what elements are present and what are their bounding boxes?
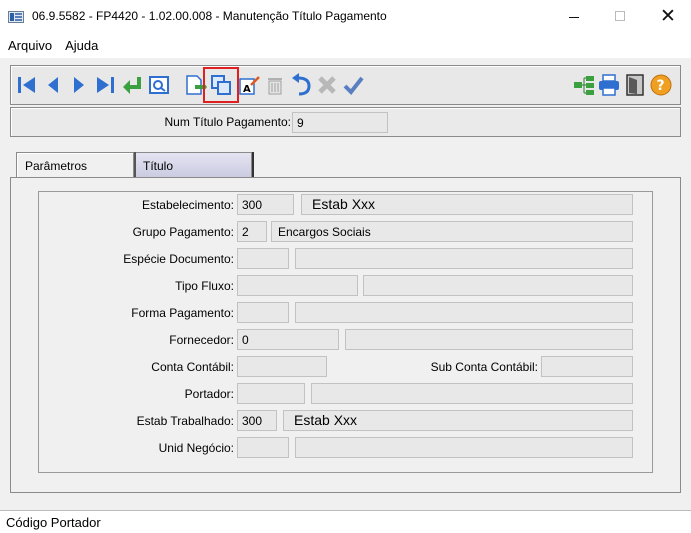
portador-code-field[interactable]	[237, 383, 305, 404]
edit-icon[interactable]: A	[237, 73, 261, 97]
svg-text:?: ?	[657, 78, 665, 94]
minimize-button[interactable]	[551, 0, 597, 32]
sub-conta-contabil-field[interactable]	[541, 356, 633, 377]
key-panel: Num Título Pagamento: 9	[10, 107, 681, 137]
forma-pagamento-code-field[interactable]	[237, 302, 289, 323]
tab-titulo[interactable]: Título	[134, 152, 252, 179]
sub-conta-contabil-label: Sub Conta Contábil:	[430, 360, 538, 374]
last-record-icon[interactable]	[93, 73, 117, 97]
delete-icon[interactable]	[263, 73, 287, 97]
estabelecimento-label: Estabelecimento:	[141, 198, 234, 212]
add-icon[interactable]	[183, 73, 207, 97]
close-button[interactable]: ✕	[645, 0, 691, 32]
conta-contabil-label: Conta Contábil:	[151, 360, 234, 374]
fornecedor-code-field[interactable]: 0	[237, 329, 339, 350]
estabelecimento-desc-field: Estab Xxx	[301, 194, 633, 215]
main-frame: A ? Num Título Pagamento: 9 Título Parâm…	[0, 58, 691, 510]
search-icon[interactable]	[147, 73, 171, 97]
tipo-fluxo-code-field[interactable]	[237, 275, 358, 296]
svg-text:A: A	[243, 84, 251, 95]
menu-ajuda[interactable]: Ajuda	[65, 38, 98, 53]
minimize-icon	[569, 16, 579, 18]
maximize-button[interactable]	[597, 0, 643, 32]
exit-icon[interactable]	[623, 73, 647, 97]
estabelecimento-code-field[interactable]: 300	[237, 194, 294, 215]
goto-icon[interactable]	[121, 73, 145, 97]
unid-negocio-label: Unid Negócio:	[158, 441, 234, 455]
next-record-icon[interactable]	[67, 73, 91, 97]
especie-documento-code-field[interactable]	[237, 248, 289, 269]
fornecedor-label: Fornecedor:	[169, 333, 234, 347]
status-bar: Código Portador	[0, 510, 691, 533]
portador-desc-field	[311, 383, 633, 404]
maximize-icon	[615, 11, 625, 21]
especie-documento-desc-field	[295, 248, 633, 269]
tipo-fluxo-desc-field	[363, 275, 633, 296]
menu-bar: Arquivo Ajuda	[0, 32, 691, 58]
grupo-pagamento-desc-field: Encargos Sociais	[271, 221, 633, 242]
forma-pagamento-label: Forma Pagamento:	[131, 306, 234, 320]
tab-parametros[interactable]: Parâmetros	[16, 152, 134, 179]
estab-trabalhado-code-field[interactable]: 300	[237, 410, 277, 431]
unid-negocio-desc-field	[295, 437, 633, 458]
undo-icon[interactable]	[289, 73, 313, 97]
title-bar: 06.9.5582 - FP4420 - 1.02.00.008 - Manut…	[0, 0, 691, 32]
unid-negocio-code-field[interactable]	[237, 437, 289, 458]
tab-panel-parametros: Estabelecimento: 300 Estab Xxx Grupo Pag…	[10, 177, 681, 493]
window-title: 06.9.5582 - FP4420 - 1.02.00.008 - Manut…	[32, 9, 387, 23]
cancel-icon[interactable]	[315, 73, 339, 97]
especie-documento-label: Espécie Documento:	[123, 252, 234, 266]
app-icon	[8, 11, 24, 23]
close-icon: ✕	[660, 5, 676, 27]
first-record-icon[interactable]	[15, 73, 39, 97]
menu-arquivo[interactable]: Arquivo	[8, 38, 52, 53]
forma-pagamento-desc-field	[295, 302, 633, 323]
grupo-pagamento-code-field[interactable]: 2	[237, 221, 267, 242]
navigation-icon[interactable]	[572, 73, 596, 97]
estab-trabalhado-desc-field: Estab Xxx	[283, 410, 633, 431]
estab-trabalhado-label: Estab Trabalhado:	[136, 414, 234, 428]
help-icon[interactable]: ?	[649, 73, 673, 97]
num-titulo-label: Num Título Pagamento:	[164, 115, 291, 129]
toolbar: A ?	[10, 65, 681, 105]
save-icon[interactable]	[341, 73, 365, 97]
num-titulo-field[interactable]: 9	[292, 112, 388, 133]
copy-icon[interactable]	[203, 67, 239, 103]
tipo-fluxo-label: Tipo Fluxo:	[175, 279, 234, 293]
print-icon[interactable]	[597, 73, 621, 97]
conta-contabil-field[interactable]	[237, 356, 327, 377]
portador-label: Portador:	[184, 387, 234, 401]
grupo-pagamento-label: Grupo Pagamento:	[132, 225, 234, 239]
fornecedor-desc-field	[345, 329, 633, 350]
previous-record-icon[interactable]	[41, 73, 65, 97]
